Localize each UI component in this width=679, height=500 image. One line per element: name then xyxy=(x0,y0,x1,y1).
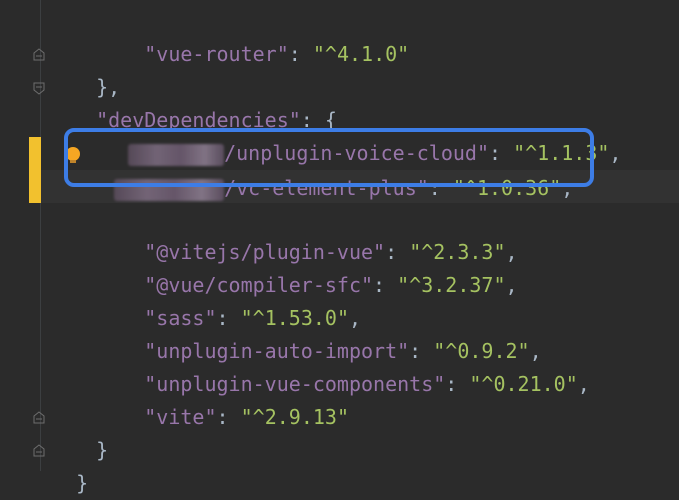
json-key: "vite" xyxy=(144,405,217,429)
code-line[interactable]: "@vitejs/plugin-vue": "^2.3.3", xyxy=(72,203,517,264)
annotation-highlight-box xyxy=(64,128,594,187)
closing-brace: } xyxy=(76,471,89,495)
json-value: "^3.2.37" xyxy=(397,273,506,297)
colon: : xyxy=(373,273,398,297)
fold-marker-icon[interactable] xyxy=(33,411,45,424)
comma: , xyxy=(505,273,518,297)
vcs-change-marker[interactable] xyxy=(29,137,41,203)
json-value: "^0.21.0" xyxy=(469,372,578,396)
code-line[interactable]: } xyxy=(52,434,88,495)
comma: , xyxy=(577,372,590,396)
code-line[interactable]: "devDependencies": { xyxy=(72,71,337,132)
code-line[interactable]: }, xyxy=(72,38,120,99)
fold-marker-icon[interactable] xyxy=(33,82,45,95)
json-value: "^4.1.0" xyxy=(312,42,410,66)
colon: : xyxy=(288,42,313,66)
editor-gutter-divider xyxy=(40,0,41,471)
comma: , xyxy=(609,141,622,165)
code-line[interactable]: "vue-router": "^4.1.0" xyxy=(72,5,409,66)
json-key: "vue-router" xyxy=(144,42,289,66)
json-value: "^2.9.13" xyxy=(240,405,349,429)
fold-marker-icon[interactable] xyxy=(33,48,45,61)
fold-marker-icon[interactable] xyxy=(33,444,45,457)
code-line[interactable]: "unplugin-vue-components": "^0.21.0", xyxy=(72,335,590,396)
closing-brace: } xyxy=(96,438,109,462)
code-line[interactable]: "@vue/compiler-sfc": "^3.2.37", xyxy=(72,236,517,297)
code-line[interactable]: "unplugin-auto-import": "^0.9.2", xyxy=(72,302,541,363)
colon: : xyxy=(216,405,241,429)
code-line[interactable]: } xyxy=(72,401,108,462)
code-line[interactable]: "vite": "^2.9.13" xyxy=(72,368,349,429)
colon: : xyxy=(445,372,470,396)
code-line[interactable]: "sass": "^1.53.0", xyxy=(72,269,361,330)
